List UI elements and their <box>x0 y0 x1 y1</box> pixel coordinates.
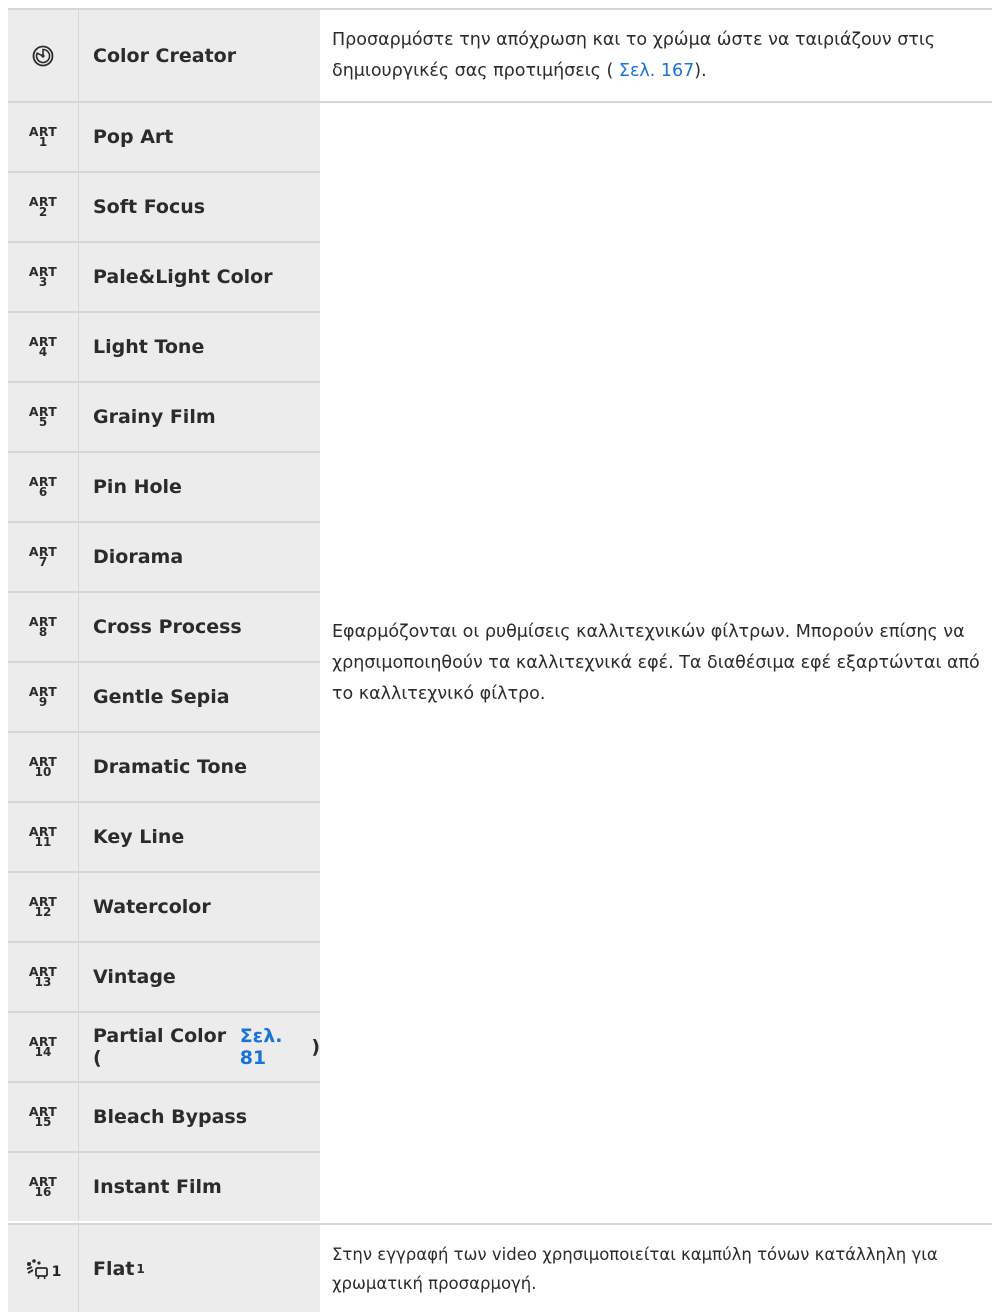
table-row: ART 9 Gentle Sepia <box>8 663 320 731</box>
row-name: Grainy Film <box>79 383 320 451</box>
row-name: Instant Film <box>79 1153 320 1221</box>
art-icon-cell: ART 13 <box>8 943 79 1011</box>
art-filter-icon: ART 1 <box>28 124 58 149</box>
art-filter-icon: ART 7 <box>28 544 58 569</box>
table-row-color-creator: Color Creator Προσαρμόστε την απόχρωση κ… <box>8 10 992 101</box>
art-filter-description: Εφαρμόζονται οι ρυθμίσεις καλλιτεχνικών … <box>332 621 980 704</box>
row-name: Dramatic Tone <box>79 733 320 801</box>
row-name: Partial Color ( Σελ. 81) <box>79 1013 320 1081</box>
table-row: ART 6 Pin Hole <box>8 453 320 521</box>
color-creator-icon <box>32 45 54 66</box>
art-icon-cell: ART 9 <box>8 663 79 731</box>
art-icon-cell: ART 10 <box>8 733 79 801</box>
art-icon-cell: ART 2 <box>8 173 79 241</box>
row-name: Color Creator <box>79 10 320 101</box>
row-name: Pop Art <box>79 103 320 171</box>
art-icon-cell: ART 5 <box>8 383 79 451</box>
row-name: Bleach Bypass <box>79 1083 320 1151</box>
art-filter-icon: ART 9 <box>28 684 58 709</box>
art-filter-icon: ART 6 <box>28 474 58 499</box>
row-name: Pin Hole <box>79 453 320 521</box>
art-icon-cell: ART 4 <box>8 313 79 381</box>
art-filter-icon: ART 13 <box>28 964 58 989</box>
footnote-marker: 1 <box>136 1261 145 1276</box>
art-filter-icon: ART 16 <box>28 1174 58 1199</box>
art-icon-cell: ART 3 <box>8 243 79 311</box>
row-name: Key Line <box>79 803 320 871</box>
art-icon-cell: ART 7 <box>8 523 79 591</box>
row-name: Light Tone <box>79 313 320 381</box>
table-row: ART 4 Light Tone <box>8 313 320 381</box>
art-icon-cell: ART 11 <box>8 803 79 871</box>
art-filter-icon: ART 8 <box>28 614 58 639</box>
row-name: Pale&Light Color <box>79 243 320 311</box>
art-filter-icon: ART 14 <box>28 1034 58 1059</box>
flat-video-icon: 1 <box>25 1258 61 1280</box>
table-row: ART 1 Pop Art <box>8 103 320 171</box>
picture-mode-video-icon <box>26 1258 48 1279</box>
art-filter-icon: ART 15 <box>28 1104 58 1129</box>
row-description: Στην εγγραφή των video χρησιμοποιείται κ… <box>332 1244 938 1293</box>
row-name: Soft Focus <box>79 173 320 241</box>
art-filter-icon: ART 11 <box>28 824 58 849</box>
row-name: Diorama <box>79 523 320 591</box>
table-row: ART 12 Watercolor <box>8 873 320 941</box>
table-row: ART 2 Soft Focus <box>8 173 320 241</box>
row-name: Flat 1 <box>79 1225 320 1312</box>
art-icon-cell: ART 12 <box>8 873 79 941</box>
table-row: ART 7 Diorama <box>8 523 320 591</box>
table-row: ART 5 Grainy Film <box>8 383 320 451</box>
color-creator-icon-cell <box>8 10 79 101</box>
table-row: ART 3 Pale&Light Color <box>8 243 320 311</box>
row-name: Gentle Sepia <box>79 663 320 731</box>
art-icon-cell: ART 8 <box>8 593 79 661</box>
row-description: Προσαρμόστε την απόχρωση και το χρώμα ώσ… <box>332 29 936 81</box>
table-row: ART 8 Cross Process <box>8 593 320 661</box>
table-row: ART 10 Dramatic Tone <box>8 733 320 801</box>
table-row: ART 15 Bleach Bypass <box>8 1083 320 1151</box>
art-icon-cell: ART 14 <box>8 1013 79 1081</box>
flat-icon-cell: 1 <box>8 1225 79 1312</box>
art-filter-icon: ART 4 <box>28 334 58 359</box>
art-filter-icon: ART 12 <box>28 894 58 919</box>
page-link[interactable]: Σελ. 167 <box>619 61 694 81</box>
table-row: ART 11 Key Line <box>8 803 320 871</box>
table-row: ART 16 Instant Film <box>8 1153 320 1221</box>
page-link[interactable]: Σελ. 81 <box>240 1025 312 1069</box>
row-name: Vintage <box>79 943 320 1011</box>
art-filter-icon: ART 10 <box>28 754 58 779</box>
art-filter-icon: ART 2 <box>28 194 58 219</box>
art-icon-cell: ART 1 <box>8 103 79 171</box>
art-icon-cell: ART 15 <box>8 1083 79 1151</box>
table-row-flat: 1 Flat 1 Στην εγγραφή των video χρησιμοπο… <box>8 1225 992 1312</box>
art-filter-icon: ART 5 <box>28 404 58 429</box>
table-row: ART 13 Vintage <box>8 943 320 1011</box>
row-name: Cross Process <box>79 593 320 661</box>
art-icon-cell: ART 6 <box>8 453 79 521</box>
row-name: Watercolor <box>79 873 320 941</box>
table-row: ART 14 Partial Color ( Σελ. 81) <box>8 1013 320 1081</box>
art-filter-icon: ART 3 <box>28 264 58 289</box>
art-icon-cell: ART 16 <box>8 1153 79 1221</box>
